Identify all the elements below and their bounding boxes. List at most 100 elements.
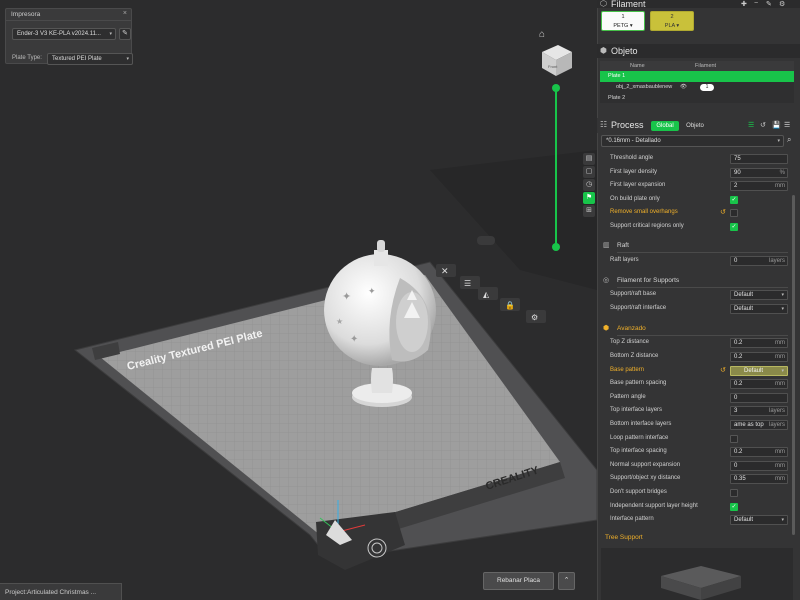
base-pattern-select[interactable]: Default ▾ xyxy=(730,366,788,376)
quality-icon[interactable]: ▤ xyxy=(583,153,595,165)
others-icon[interactable]: ⊞ xyxy=(583,205,595,217)
reset-icon[interactable]: ↺ xyxy=(720,366,726,374)
param-unit: mm xyxy=(775,381,785,387)
filament-name: PETG xyxy=(613,23,629,29)
strength-icon[interactable]: ▢ xyxy=(583,166,595,178)
project-tab[interactable]: Project:Articulated Christmas ... xyxy=(0,583,122,600)
independent-support-height-checkbox[interactable]: ✓ xyxy=(730,503,738,511)
save-icon[interactable]: 💾 xyxy=(772,121,781,129)
edit-printer-button[interactable]: ✎ xyxy=(119,28,131,40)
arrange-icon: ☰ xyxy=(464,279,471,288)
col-filament: Filament xyxy=(695,63,717,69)
normal-support-expansion-input[interactable]: 0 mm xyxy=(730,461,788,471)
group-label: Tree Support xyxy=(605,534,643,541)
param-label: Support/object xy distance xyxy=(610,475,681,481)
close-plate-icon: ✕ xyxy=(441,266,449,276)
chevron-down-icon: ▾ xyxy=(777,138,780,144)
plate-gear-icon: ⚙ xyxy=(531,313,538,322)
remove-filament-icon[interactable]: − xyxy=(754,0,758,7)
layer-slider-bottom-handle[interactable] xyxy=(552,243,560,251)
bed-corner-pad xyxy=(316,512,405,570)
edit-filament-icon[interactable]: ✎ xyxy=(766,0,772,8)
filament-index: 2 xyxy=(670,14,674,20)
plate-type-select[interactable]: Textured PEI Plate ▾ xyxy=(47,53,133,65)
filament-chip-2[interactable]: 2 PLA ▾ xyxy=(650,11,694,31)
param-value: 0.2 xyxy=(734,354,743,360)
param-value: Default xyxy=(734,292,754,298)
param-label: Don't support bridges xyxy=(610,489,667,495)
group-label: Avanzado xyxy=(617,325,646,332)
slice-plate-button[interactable]: Rebanar Placa xyxy=(483,572,554,590)
param-bottom-interface-layers: Bottom interface layers ame as top layers xyxy=(599,419,794,432)
first-layer-expansion-input[interactable]: 2 mm xyxy=(730,181,788,191)
bottom-interface-layers-input[interactable]: ame as top layers xyxy=(730,420,788,430)
param-top-interface-spacing: Top interface spacing 0.2 mm xyxy=(599,446,794,459)
param-unit: layers xyxy=(768,408,785,414)
close-icon[interactable]: × xyxy=(123,10,127,17)
3d-viewport[interactable]: Creality Textured PEI Plate CREALITY ✕ ☰… xyxy=(0,0,597,600)
top-z-distance-input[interactable]: 0.2 mm xyxy=(730,338,788,348)
remove-small-overhangs-checkbox[interactable] xyxy=(730,209,738,217)
compare-icon[interactable]: ☰ xyxy=(748,121,754,129)
param-raft-layers: Raft layers 0 layers xyxy=(599,255,794,268)
support-object-xy-input[interactable]: 0.35 mm xyxy=(730,474,788,484)
support-raft-interface-select[interactable]: Default ▾ xyxy=(730,304,788,314)
tab-global[interactable]: Global xyxy=(651,121,679,131)
object-row-label: Plate 2 xyxy=(608,95,626,101)
param-first-layer-density: First layer density 90% xyxy=(599,167,794,180)
object-row-model[interactable]: obj_2_xmasbaublenew 👁 1 xyxy=(600,82,794,93)
top-interface-spacing-input[interactable]: 0.2 mm xyxy=(730,447,788,457)
object-row-label: obj_2_xmasbaublenew xyxy=(616,84,673,90)
pattern-angle-input[interactable]: 0 xyxy=(730,393,788,403)
view-cube[interactable] xyxy=(542,45,572,76)
bottom-z-distance-input[interactable]: 0.2 mm xyxy=(730,352,788,362)
interface-pattern-select[interactable]: Default ▾ xyxy=(730,515,788,525)
param-label: Base pattern xyxy=(610,367,645,373)
printer-select[interactable]: Ender-3 V3 KE-PLA v2024.11... ▾ xyxy=(12,28,116,40)
slice-options-button[interactable]: ⌃ xyxy=(558,572,575,590)
support-icon[interactable]: ⚑ xyxy=(583,192,595,204)
group-advanced: ⬢ Avanzado xyxy=(599,322,794,336)
reset-icon[interactable]: ↺ xyxy=(720,208,726,216)
dont-support-bridges-checkbox[interactable] xyxy=(730,489,738,497)
threshold-angle-input[interactable]: 75 xyxy=(730,154,788,164)
search-icon[interactable]: ⌕ xyxy=(787,135,791,145)
param-top-z-distance: Top Z distance 0.2 mm xyxy=(599,337,794,350)
support-raft-base-select[interactable]: Default ▾ xyxy=(730,290,788,300)
param-unit: mm xyxy=(775,476,785,482)
on-build-plate-checkbox[interactable]: ✓ xyxy=(730,196,738,204)
eye-icon[interactable]: 👁 xyxy=(680,82,687,93)
layer-slider-top-handle[interactable] xyxy=(552,84,560,92)
group-label: Filament for Supports xyxy=(617,277,680,284)
param-value: 0 xyxy=(734,463,738,469)
raft-layers-input[interactable]: 0 layers xyxy=(730,256,788,266)
first-layer-density-input[interactable]: 90% xyxy=(730,168,788,178)
param-label: Independent support layer height xyxy=(610,503,698,509)
object-list[interactable]: Name Filament Plate 1 obj_2_xmasbaublene… xyxy=(600,61,794,103)
filament-settings-icon[interactable]: ⚙ xyxy=(779,0,785,8)
param-label: Top interface layers xyxy=(610,407,663,413)
top-interface-layers-input[interactable]: 3 layers xyxy=(730,406,788,416)
process-preset-select[interactable]: *0.16mm - Detallado ▾ xyxy=(601,135,784,147)
scene-canvas[interactable]: Creality Textured PEI Plate CREALITY ✕ ☰… xyxy=(0,0,597,600)
object-row-plate-2[interactable]: Plate 2 xyxy=(600,93,794,104)
tab-objeto[interactable]: Objeto xyxy=(681,121,709,131)
add-filament-icon[interactable]: ✚ xyxy=(741,0,747,8)
params-scrollbar[interactable] xyxy=(792,195,795,535)
printer-panel: Impresora × Ender-3 V3 KE-PLA v2024.11..… xyxy=(5,8,133,65)
plate-type-label: Plate Type: xyxy=(12,55,42,61)
param-interface-pattern: Interface pattern Default ▾ xyxy=(599,514,794,527)
col-name: Name xyxy=(630,63,645,69)
loop-pattern-interface-checkbox[interactable] xyxy=(730,435,738,443)
support-critical-checkbox[interactable]: ✓ xyxy=(730,223,738,231)
filament-badge[interactable]: 1 xyxy=(700,84,714,91)
param-value: Default xyxy=(744,368,764,374)
filament-chip-1[interactable]: 1 PETG ▾ xyxy=(601,11,645,31)
svg-text:★: ★ xyxy=(336,317,343,326)
base-pattern-spacing-input[interactable]: 0.2 mm xyxy=(730,379,788,389)
undo-icon[interactable]: ↺ xyxy=(760,121,766,129)
object-row-plate-1[interactable]: Plate 1 xyxy=(600,71,794,82)
speed-icon[interactable]: ◷ xyxy=(583,179,595,191)
view-cube-label: Front xyxy=(548,64,558,69)
process-menu-icon[interactable]: ☰ xyxy=(784,121,790,129)
